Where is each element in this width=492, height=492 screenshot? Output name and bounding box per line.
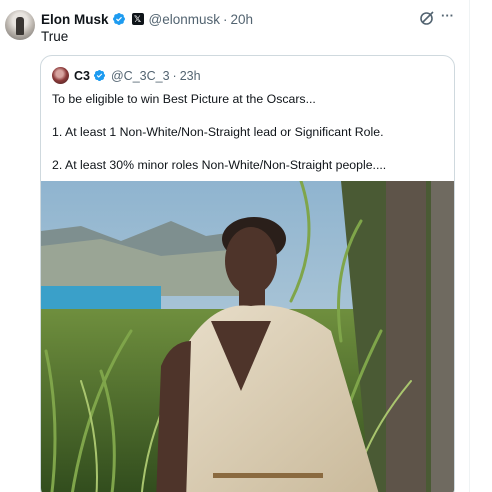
quoted-timestamp[interactable]: 23h (180, 69, 201, 83)
quoted-tweet-photo[interactable] (41, 181, 455, 492)
timestamp[interactable]: 20h (231, 12, 254, 27)
author-handle[interactable]: @elonmusk (149, 12, 220, 27)
separator: · (172, 68, 177, 83)
author-name[interactable]: Elon Musk (41, 12, 109, 27)
verified-badge-icon (93, 69, 106, 82)
tweet-header: Elon Musk 𝕏 @elonmusk · 20h (41, 10, 253, 28)
x-logo-badge-icon[interactable]: 𝕏 (131, 13, 144, 25)
quoted-text-line: 1. At least 1 Non-White/Non-Straight lea… (52, 125, 384, 139)
quoted-avatar[interactable] (52, 67, 69, 84)
more-icon[interactable]: ··· (441, 8, 457, 26)
quoted-tweet-card[interactable]: C3 @C_3C_3 · 23h To be eligible to win B… (40, 55, 455, 492)
quoted-text-line: To be eligible to win Best Picture at th… (52, 92, 316, 106)
avatar[interactable] (5, 10, 35, 40)
separator: · (223, 11, 228, 27)
quoted-tweet-header: C3 @C_3C_3 · 23h (74, 67, 201, 84)
quoted-tweet-text: To be eligible to win Best Picture at th… (52, 91, 386, 173)
quoted-author-name[interactable]: C3 (74, 69, 90, 83)
grok-icon[interactable] (419, 10, 435, 26)
quoted-text-line: 2. At least 30% minor roles Non-White/No… (52, 158, 387, 172)
quoted-author-handle[interactable]: @C_3C_3 (111, 69, 170, 83)
verified-badge-icon (112, 13, 125, 25)
timeline-divider (469, 0, 470, 492)
tweet-text: True (41, 29, 69, 44)
